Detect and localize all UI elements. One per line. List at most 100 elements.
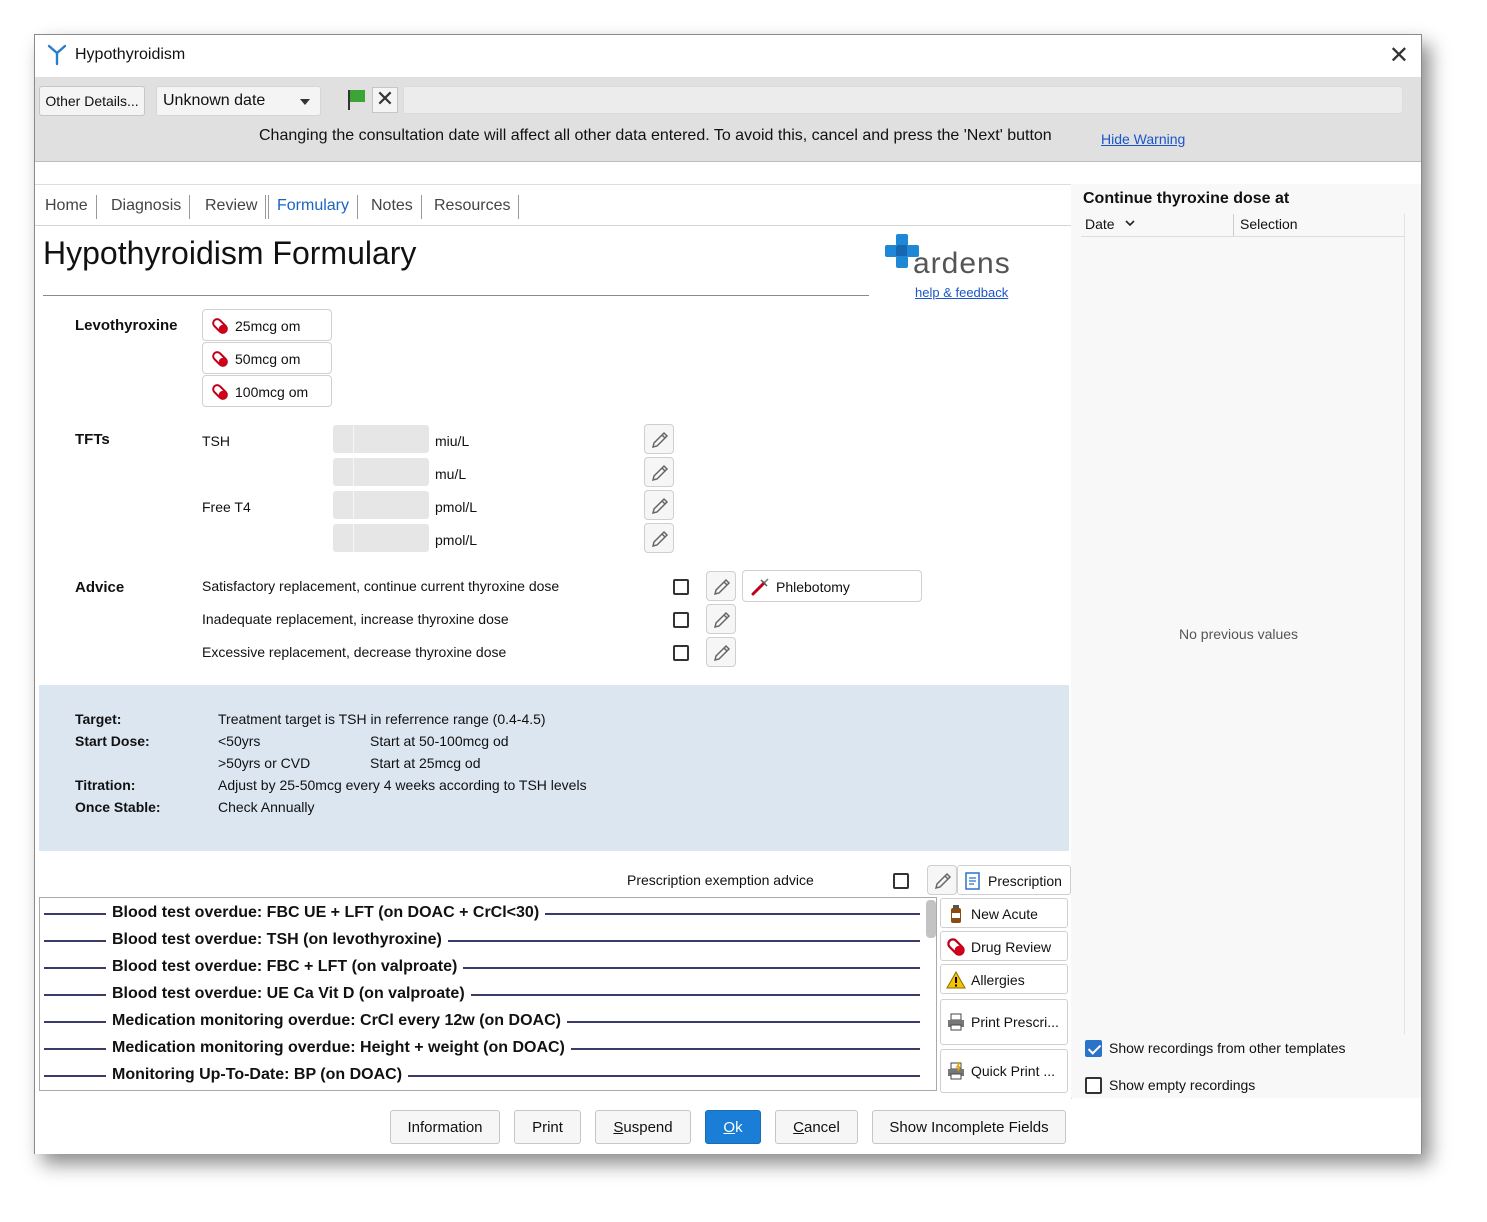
pill-icon [212, 318, 228, 334]
pencil-icon[interactable] [706, 571, 736, 601]
toolbar: Other Details... Unknown date ✕ Changing… [35, 77, 1421, 161]
advice-checkbox[interactable] [673, 612, 689, 628]
allergies-button[interactable]: Allergies [940, 964, 1068, 994]
drug-review-label: Drug Review [971, 939, 1052, 955]
list-item: Blood test overdue: UE Ca Vit D (on valp… [44, 983, 920, 1007]
dose-label: 100mcg om [235, 384, 309, 400]
dose-50mcg-button[interactable]: 50mcg om [202, 342, 332, 374]
advice-item: Satisfactory replacement, continue curre… [202, 578, 560, 594]
pencil-icon[interactable] [927, 865, 957, 895]
tsh-value-input[interactable] [333, 425, 429, 453]
app-icon [47, 44, 67, 66]
toolbar-text-field[interactable] [403, 86, 1403, 114]
information-button[interactable]: Information [390, 1110, 500, 1144]
alert-text: Blood test overdue: TSH (on levothyroxin… [106, 931, 448, 949]
quick-print-icon [948, 1061, 964, 1080]
pencil-icon[interactable] [644, 457, 674, 487]
free-t4-value-2-input[interactable] [333, 524, 429, 552]
show-other-templates-checkbox[interactable] [1085, 1040, 1102, 1057]
syringe-icon [751, 578, 769, 596]
pencil-icon[interactable] [706, 604, 736, 634]
suspend-button[interactable]: Suspend [595, 1110, 691, 1144]
new-acute-button[interactable]: New Acute [940, 898, 1068, 928]
tfts-label: TFTs [75, 431, 110, 448]
alert-text: Blood test overdue: FBC + LFT (on valpro… [106, 958, 464, 976]
tab-bar: Home Diagnosis Review Formulary Notes Re… [35, 185, 1071, 226]
chevron-down-icon[interactable] [1125, 220, 1135, 228]
show-incomplete-fields-button[interactable]: Show Incomplete Fields [872, 1110, 1066, 1144]
help-feedback-link[interactable]: help & feedback [915, 285, 1008, 300]
list-item: Medication monitoring overdue: CrCl ever… [44, 1010, 920, 1034]
allergies-label: Allergies [971, 972, 1025, 988]
phlebotomy-button[interactable]: Phlebotomy [742, 570, 922, 602]
advice-item: Inadequate replacement, increase thyroxi… [202, 611, 509, 627]
once-stable-key: Once Stable: [75, 799, 161, 815]
warning-icon [946, 970, 966, 989]
cancel-button[interactable]: Cancel [775, 1110, 858, 1144]
tab-home[interactable]: Home [37, 195, 97, 219]
flag-icon[interactable] [345, 87, 369, 113]
no-previous-values: No previous values [1179, 626, 1299, 642]
quick-print-button[interactable]: Quick Print ... [940, 1049, 1068, 1093]
alert-text: Medication monitoring overdue: CrCl ever… [106, 1012, 567, 1030]
dose-100mcg-button[interactable]: 100mcg om [202, 375, 332, 407]
prescription-icon [965, 872, 980, 890]
advice-label: Advice [75, 579, 125, 596]
print-button[interactable]: Print [514, 1110, 581, 1144]
start-dose-age-b: >50yrs or CVD [218, 755, 311, 771]
print-prescription-button[interactable]: Print Prescri... [940, 999, 1068, 1045]
ok-button[interactable]: Ok [705, 1110, 761, 1144]
window-title: Hypothyroidism [75, 46, 186, 63]
template-pane: Home Diagnosis Review Formulary Notes Re… [35, 184, 1072, 1099]
prescription-button[interactable]: Prescription [957, 865, 1071, 895]
other-details-button[interactable]: Other Details... [39, 86, 145, 116]
guidance-panel: Target: Treatment target is TSH in refer… [39, 685, 1069, 851]
print-prescription-label: Print Prescri... [971, 1014, 1059, 1030]
clear-date-icon[interactable]: ✕ [372, 87, 398, 113]
chevron-down-icon [300, 99, 310, 105]
col-date-header[interactable]: Date [1085, 216, 1115, 232]
pill-icon [212, 384, 228, 400]
alerts-list[interactable]: Blood test overdue: FBC UE + LFT (on DOA… [39, 897, 937, 1091]
free-t4-unit-2: pmol/L [435, 532, 478, 548]
tsh-unit: miu/L [435, 433, 470, 449]
close-icon[interactable]: ✕ [1389, 41, 1409, 70]
tsh-unit-2: mu/L [435, 466, 467, 482]
free-t4-unit: pmol/L [435, 499, 478, 515]
col-selection-header[interactable]: Selection [1240, 216, 1298, 232]
advice-checkbox[interactable] [673, 579, 689, 595]
page-title: Hypothyroidism Formulary [43, 235, 417, 271]
titration-value: Adjust by 25-50mcg every 4 weeks accordi… [218, 777, 587, 793]
advice-checkbox[interactable] [673, 645, 689, 661]
pencil-icon[interactable] [706, 637, 736, 667]
pill-icon [212, 351, 228, 367]
tab-diagnosis[interactable]: Diagnosis [103, 195, 191, 219]
prescription-exemption-checkbox[interactable] [893, 873, 909, 889]
start-dose-age-a: <50yrs [218, 733, 261, 749]
phlebotomy-label: Phlebotomy [776, 579, 850, 595]
show-empty-recordings-label: Show empty recordings [1109, 1077, 1256, 1093]
drug-review-button[interactable]: Drug Review [940, 931, 1068, 961]
consultation-date-select[interactable]: Unknown date [156, 86, 321, 116]
tab-review[interactable]: Review [197, 195, 267, 219]
free-t4-value-input[interactable] [333, 491, 429, 519]
pencil-icon[interactable] [644, 490, 674, 520]
dose-25mcg-button[interactable]: 25mcg om [202, 309, 332, 341]
pencil-icon[interactable] [644, 424, 674, 454]
show-empty-recordings-checkbox[interactable] [1085, 1077, 1102, 1094]
tab-formulary[interactable]: Formulary [268, 195, 359, 219]
tsh-value-2-input[interactable] [333, 458, 429, 486]
hide-warning-link[interactable]: Hide Warning [1101, 131, 1185, 147]
start-dose-value-a: Start at 50-100mcg od [370, 733, 509, 749]
tab-notes[interactable]: Notes [363, 195, 422, 219]
levothyroxine-label: Levothyroxine [75, 317, 178, 334]
pencil-icon[interactable] [644, 523, 674, 553]
tab-resources[interactable]: Resources [426, 195, 520, 219]
title-bar: Hypothyroidism ✕ [35, 35, 1421, 77]
show-other-templates-label: Show recordings from other templates [1109, 1040, 1346, 1056]
list-item: Blood test overdue: FBC UE + LFT (on DOA… [44, 902, 920, 926]
scrollbar-thumb[interactable] [926, 900, 936, 938]
start-dose-key: Start Dose: [75, 733, 150, 749]
cancel-mnemonic: C [793, 1118, 804, 1136]
medicine-bottle-icon [951, 905, 961, 923]
